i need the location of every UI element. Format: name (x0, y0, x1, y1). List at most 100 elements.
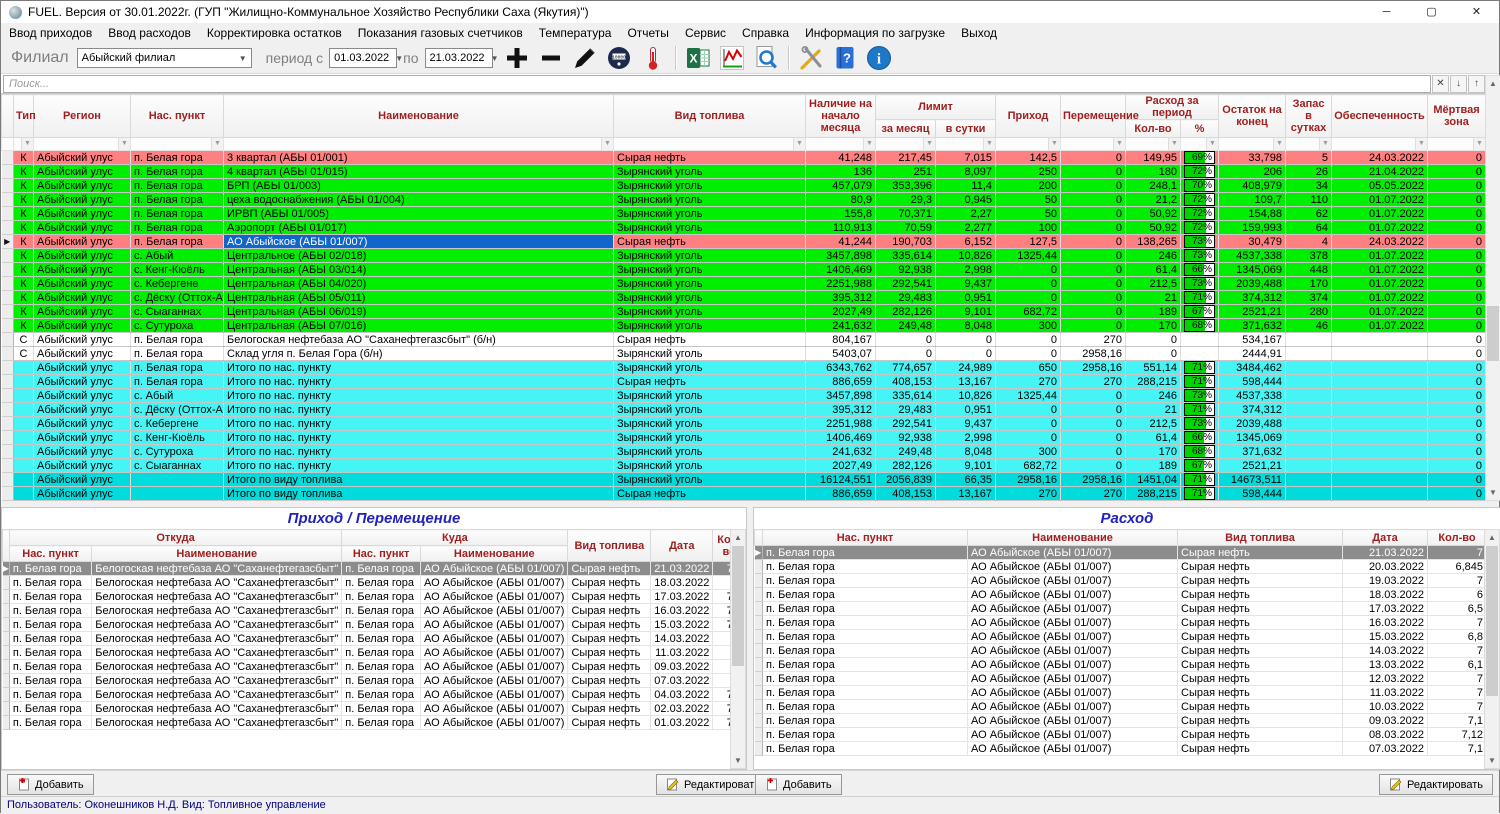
row-indicator[interactable] (2, 487, 14, 501)
row-indicator[interactable] (755, 588, 763, 602)
cell-move[interactable]: 0 (1061, 263, 1126, 277)
cell-name[interactable]: Итого по нас. пункту (224, 389, 614, 403)
cell-fuel[interactable]: Зырянский уголь (614, 431, 806, 445)
filter-cell[interactable]: ▼ (806, 138, 876, 151)
cell-settlement[interactable]: п. Белая гора (131, 333, 224, 347)
table-row[interactable]: КАбыйский улусп. Белая гораБРП (АБЫ 01/0… (2, 179, 1486, 193)
cell-name[interactable]: Центральная (АБЫ 05/011) (224, 291, 614, 305)
cell-date[interactable]: 01.03.2022 (651, 716, 713, 730)
cell-income[interactable]: 100 (996, 221, 1061, 235)
cell-name[interactable]: Итого по нас. пункту (224, 445, 614, 459)
table-row[interactable]: Абыйский улусИтого по виду топливаЗырянс… (2, 473, 1486, 487)
cell-region[interactable]: Абыйский улус (34, 389, 131, 403)
cell-name[interactable]: цеха водоснабжения (АБЫ 01/004) (224, 193, 614, 207)
cell-fuel[interactable]: Сырая нефть (614, 375, 806, 389)
cell-name[interactable]: Центральная (АБЫ 03/014) (224, 263, 614, 277)
cell-settlement[interactable]: с. Дёску (Оттох-Атах) (131, 403, 224, 417)
row-indicator[interactable] (755, 700, 763, 714)
cell-from-settlement[interactable]: п. Белая гора (9, 702, 91, 716)
row-indicator[interactable] (3, 702, 10, 716)
cell-limit-day[interactable]: 0 (936, 333, 996, 347)
cell-name[interactable]: АО Абыйское (АБЫ 01/007) (968, 700, 1178, 714)
cell-name[interactable]: БРП (АБЫ 01/003) (224, 179, 614, 193)
cell-expense-percent[interactable]: 68% (1181, 445, 1219, 459)
cell-settlement[interactable] (131, 487, 224, 501)
cell-type[interactable]: К (14, 151, 34, 165)
cell-fuel[interactable]: Сырая нефть (1178, 700, 1343, 714)
cell-expense-qty[interactable]: 288,215 (1126, 487, 1181, 501)
filter-cell[interactable]: ▼ (936, 138, 996, 151)
cell-days[interactable] (1286, 403, 1332, 417)
cell-fuel[interactable]: Зырянский уголь (614, 207, 806, 221)
cell-move[interactable]: 0 (1061, 249, 1126, 263)
row-indicator[interactable] (755, 616, 763, 630)
cell-income[interactable]: 682,72 (996, 459, 1061, 473)
cell-qty[interactable]: 6,1 (1428, 658, 1487, 672)
cell-type[interactable] (14, 445, 34, 459)
cell-limit-month[interactable]: 282,126 (876, 459, 936, 473)
cell-name[interactable]: АО Абыйское (АБЫ 01/007) (968, 686, 1178, 700)
cell-limit-day[interactable]: 10,826 (936, 249, 996, 263)
cell-date[interactable]: 18.03.2022 (651, 576, 713, 590)
cell-days[interactable]: 46 (1286, 319, 1332, 333)
cell-limit-month[interactable]: 292,541 (876, 277, 936, 291)
table-row[interactable]: п. Белая гораАО Абыйское (АБЫ 01/007)Сыр… (755, 574, 1487, 588)
table-row[interactable]: Абыйский улусп. Белая гораИтого по нас. … (2, 375, 1486, 389)
cell-fuel[interactable]: Сырая нефть (614, 333, 806, 347)
cell-provision[interactable]: 24.03.2022 (1332, 235, 1428, 249)
cell-fuel[interactable]: Сырая нефть (1178, 630, 1343, 644)
menu-item[interactable]: Сервис (677, 24, 734, 42)
cell-region[interactable]: Абыйский улус (34, 417, 131, 431)
income-edit-button[interactable]: Редактировать (656, 774, 770, 795)
cell-expense-percent[interactable]: 73% (1181, 277, 1219, 291)
table-row[interactable]: Абыйский улусИтого по виду топливаСырая … (2, 487, 1486, 501)
cell-move[interactable]: 270 (1061, 333, 1126, 347)
cell-move[interactable]: 270 (1061, 487, 1126, 501)
cell-type[interactable]: К (14, 207, 34, 221)
cell-start[interactable]: 2251,988 (806, 277, 876, 291)
cell-fuel[interactable]: Сырая нефть (568, 604, 651, 618)
cell-date[interactable]: 16.03.2022 (651, 604, 713, 618)
row-indicator[interactable] (3, 632, 10, 646)
cell-days[interactable]: 26 (1286, 165, 1332, 179)
cell-region[interactable]: Абыйский улус (34, 235, 131, 249)
table-row[interactable]: ▶п. Белая гораБелогоская нефтебаза АО "С… (3, 562, 746, 576)
cell-limit-month[interactable]: 217,45 (876, 151, 936, 165)
cell-name[interactable]: АО Абыйское (АБЫ 01/007) (968, 560, 1178, 574)
cell-region[interactable]: Абыйский улус (34, 459, 131, 473)
cell-dead-zone[interactable]: 0 (1428, 277, 1485, 291)
row-indicator[interactable] (2, 221, 14, 235)
cell-fuel[interactable]: Зырянский уголь (614, 445, 806, 459)
cell-expense-qty[interactable]: 551,14 (1126, 361, 1181, 375)
cell-fuel[interactable]: Сырая нефть (1178, 714, 1343, 728)
cell-region[interactable]: Абыйский улус (34, 431, 131, 445)
filter-cell[interactable]: ▼ (1181, 138, 1219, 151)
table-row[interactable]: п. Белая гораАО Абыйское (АБЫ 01/007)Сыр… (755, 700, 1487, 714)
row-indicator[interactable] (2, 417, 14, 431)
cell-settlement[interactable]: п. Белая гора (763, 560, 968, 574)
cell-region[interactable]: Абыйский улус (34, 249, 131, 263)
cell-move[interactable]: 0 (1061, 207, 1126, 221)
cell-provision[interactable] (1332, 445, 1428, 459)
row-indicator[interactable]: ▶ (3, 562, 10, 576)
table-row[interactable]: п. Белая гораАО Абыйское (АБЫ 01/007)Сыр… (755, 588, 1487, 602)
row-indicator[interactable] (755, 672, 763, 686)
cell-provision[interactable] (1332, 431, 1428, 445)
cell-settlement[interactable]: п. Белая гора (131, 193, 224, 207)
cell-fuel[interactable]: Сырая нефть (1178, 672, 1343, 686)
cell-region[interactable]: Абыйский улус (34, 319, 131, 333)
cell-move[interactable]: 0 (1061, 417, 1126, 431)
cell-days[interactable]: 64 (1286, 221, 1332, 235)
cell-settlement[interactable]: п. Белая гора (131, 361, 224, 375)
table-row[interactable]: Абыйский улусс. КебергенеИтого по нас. п… (2, 417, 1486, 431)
cell-dead-zone[interactable]: 0 (1428, 235, 1485, 249)
cell-provision[interactable]: 01.07.2022 (1332, 305, 1428, 319)
cell-income[interactable]: 0 (996, 333, 1061, 347)
cell-settlement[interactable]: с. Кебергене (131, 417, 224, 431)
cell-provision[interactable]: 01.07.2022 (1332, 277, 1428, 291)
cell-type[interactable]: К (14, 277, 34, 291)
cell-settlement[interactable]: п. Белая гора (131, 165, 224, 179)
cell-fuel[interactable]: Зырянский уголь (614, 221, 806, 235)
cell-date[interactable]: 18.03.2022 (1343, 588, 1428, 602)
cell-name[interactable]: Итого по нас. пункту (224, 431, 614, 445)
